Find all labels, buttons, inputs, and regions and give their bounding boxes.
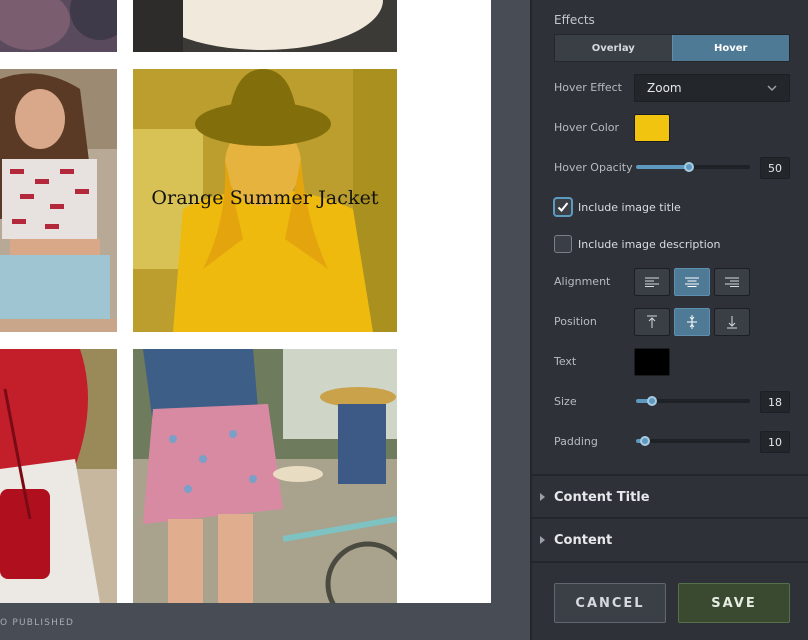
size-value[interactable]: 18 [760,391,790,413]
align-center-button[interactable] [674,268,710,296]
position-top-button[interactable] [634,308,670,336]
gallery-tile-bottom-left[interactable] [0,349,117,603]
tile-title: Orange Summer Jacket [151,187,379,209]
position-middle-icon [687,315,697,329]
tile-image [133,0,397,52]
accordion-content[interactable]: Content [532,519,808,561]
settings-panel: Effects Overlay Hover Hover Effect Zoom … [532,0,808,640]
include-title-checkbox[interactable] [554,198,572,216]
gallery-tile-hovered[interactable]: Orange Summer Jacket [133,69,397,332]
position-bottom-icon [727,316,737,329]
gallery-page: Orange Summer Jacket [0,0,491,603]
publish-status: O PUBLISHED [0,618,75,628]
padding-value[interactable]: 10 [760,431,790,453]
slider-knob[interactable] [640,436,650,446]
canvas-area: Orange Summer Jacket O PUBLISHED [0,0,532,640]
include-description-option[interactable]: Include image description [554,235,720,253]
caret-right-icon [540,536,545,544]
hover-color-swatch[interactable] [634,114,670,142]
alignment-label: Alignment [554,275,611,288]
tile-image [133,349,397,603]
align-right-icon [725,277,739,287]
tile-image [0,69,117,332]
size-label: Size [554,395,577,408]
slider-track [636,439,750,443]
slider-knob[interactable] [684,162,694,172]
position-label: Position [554,315,597,328]
position-buttons [634,308,750,336]
alignment-buttons [634,268,750,296]
accordion-content-title-label: Content Title [554,489,650,505]
effects-tabs: Overlay Hover [554,34,790,62]
gallery-tile-top-left[interactable] [0,0,117,52]
padding-slider[interactable] [634,434,750,448]
position-bottom-button[interactable] [714,308,750,336]
caret-right-icon [540,493,545,501]
gallery-tile-top-right[interactable] [133,0,397,52]
include-title-option[interactable]: Include image title [554,198,681,216]
position-middle-button[interactable] [674,308,710,336]
hover-opacity-slider[interactable] [634,160,750,174]
text-color-swatch[interactable] [634,348,670,376]
hover-opacity-value[interactable]: 50 [760,157,790,179]
accordion-content-title[interactable]: Content Title [532,476,808,518]
position-top-icon [647,315,657,328]
gallery-tile-middle-left[interactable] [0,69,117,332]
slider-knob[interactable] [647,396,657,406]
hover-effect-select[interactable]: Zoom [634,74,790,102]
align-left-icon [645,277,659,287]
include-description-label: Include image description [578,237,721,251]
tile-image [0,349,117,603]
check-icon [557,202,569,212]
include-description-checkbox[interactable] [554,235,572,253]
hover-opacity-label: Hover Opacity [554,161,633,174]
size-slider[interactable] [634,394,750,408]
hover-effect-value: Zoom [647,81,682,95]
effects-heading: Effects [554,13,595,27]
align-center-icon [685,277,699,287]
save-button[interactable]: SAVE [678,583,790,623]
padding-label: Padding [554,435,598,448]
hover-color-label: Hover Color [554,121,620,134]
cancel-button[interactable]: CANCEL [554,583,666,623]
section-divider [532,561,808,563]
tab-hover[interactable]: Hover [671,35,789,61]
include-title-label: Include image title [578,200,681,214]
tab-overlay[interactable]: Overlay [555,35,672,61]
align-left-button[interactable] [634,268,670,296]
chevron-down-icon [767,85,777,92]
text-color-label: Text [554,355,577,368]
tile-image [0,0,117,52]
accordion-content-label: Content [554,532,613,548]
slider-fill [636,165,691,169]
align-right-button[interactable] [714,268,750,296]
hover-effect-label: Hover Effect [554,81,622,94]
gallery-tile-bottom-right[interactable] [133,349,397,603]
